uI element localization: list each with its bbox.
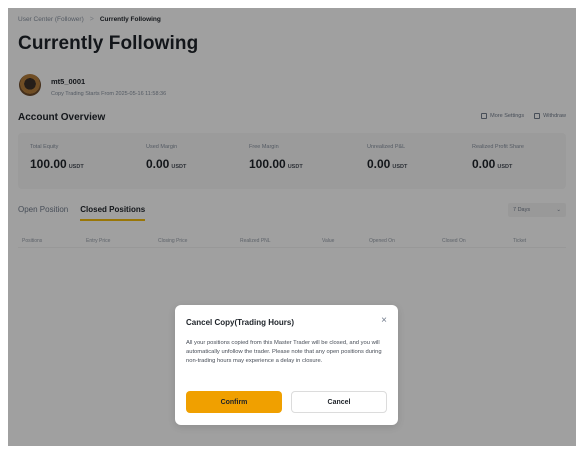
dialog-title: Cancel Copy(Trading Hours) (186, 318, 295, 327)
confirm-button[interactable]: Confirm (186, 391, 282, 413)
cancel-copy-dialog: Cancel Copy(Trading Hours) × All your po… (175, 305, 398, 425)
dialog-message: All your positions copied from this Mast… (186, 340, 382, 364)
close-icon[interactable]: × (381, 316, 387, 326)
cancel-button[interactable]: Cancel (291, 391, 387, 413)
